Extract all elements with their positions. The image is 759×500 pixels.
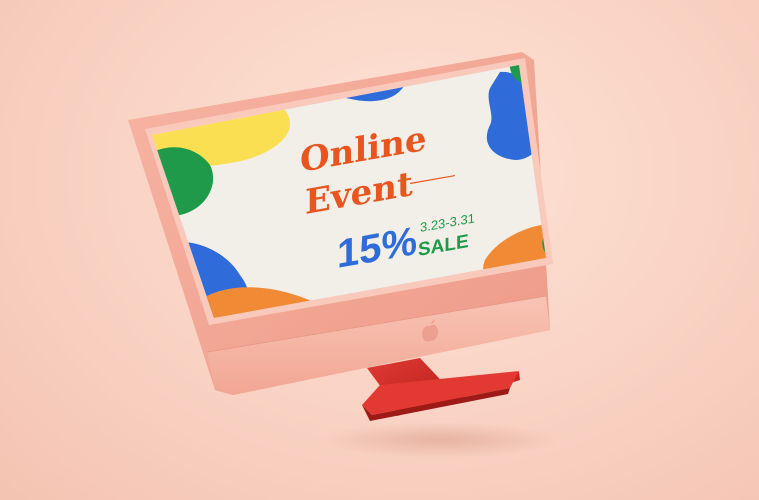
product-scene: Online Event 15% 3.23-3.31 SALE [128, 52, 560, 458]
monitor-stand [362, 358, 520, 421]
floor-shadow [320, 422, 560, 458]
